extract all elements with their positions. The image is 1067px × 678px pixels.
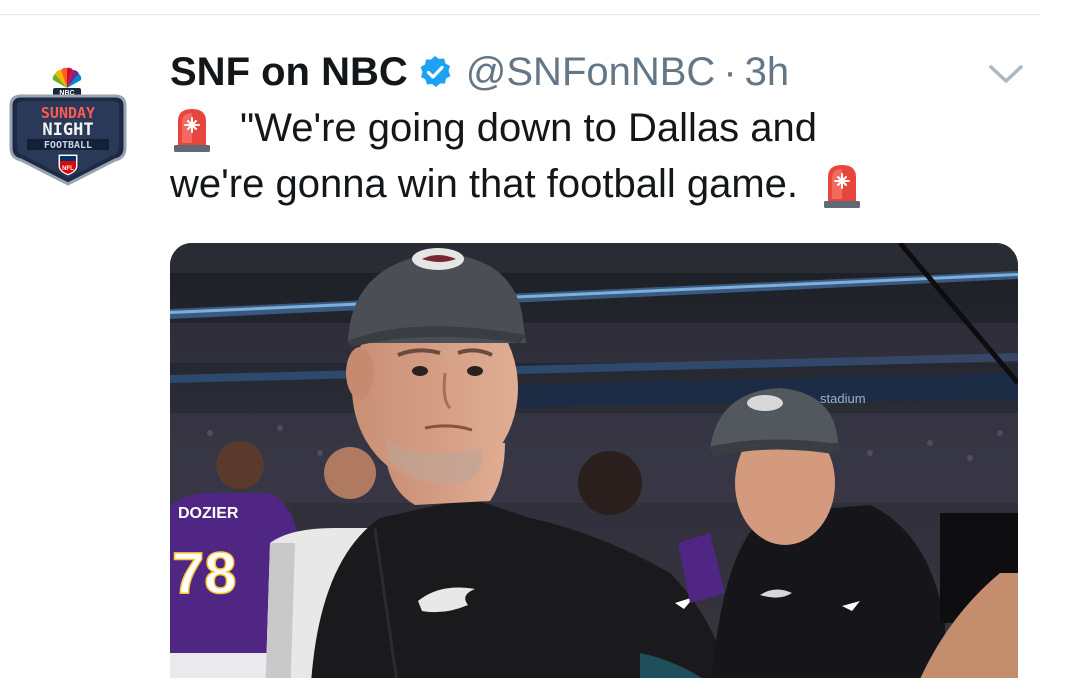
timestamp[interactable]: 3h bbox=[745, 50, 790, 95]
snf-logo: NBC SUNDAY NIGHT FOOTBALL NFL bbox=[9, 67, 127, 186]
tweet-header: SNF on NBC @SNFonNBC · 3h bbox=[170, 44, 789, 100]
tweet-text-line2: we're gonna win that football game. bbox=[170, 162, 799, 206]
rotating-light-emoji bbox=[824, 165, 861, 208]
chevron-down-icon[interactable] bbox=[986, 60, 1026, 88]
tweet-line-1: "We're going down to Dallas and bbox=[170, 100, 990, 156]
display-name[interactable]: SNF on NBC bbox=[170, 50, 408, 95]
logo-shield-text: NFL bbox=[62, 166, 74, 172]
top-divider bbox=[0, 14, 1040, 15]
jersey-name: DOZIER bbox=[178, 505, 239, 522]
verified-badge-icon bbox=[420, 56, 451, 87]
nbc-peacock-icon bbox=[52, 67, 82, 88]
jersey-number: 78 bbox=[172, 541, 237, 606]
logo-line3: FOOTBALL bbox=[44, 140, 92, 151]
stadium-photo: stadium DOZIER 78 bbox=[170, 243, 1018, 678]
tweet-text: "We're going down to Dallas and we're go… bbox=[170, 100, 990, 212]
user-handle[interactable]: @SNFonNBC bbox=[466, 50, 716, 95]
logo-line2: NIGHT bbox=[42, 120, 93, 140]
profile-avatar[interactable]: NBC SUNDAY NIGHT FOOTBALL NFL bbox=[5, 66, 131, 192]
person-background bbox=[578, 451, 642, 515]
tweet-media-photo[interactable]: stadium DOZIER 78 bbox=[170, 243, 1018, 678]
tweet-text-line1: "We're going down to Dallas and bbox=[240, 106, 817, 150]
tweet-line-2: we're gonna win that football game. bbox=[170, 156, 990, 212]
rotating-light-emoji bbox=[174, 109, 210, 152]
banner-text: stadium bbox=[820, 391, 866, 406]
separator-dot: · bbox=[723, 49, 737, 94]
